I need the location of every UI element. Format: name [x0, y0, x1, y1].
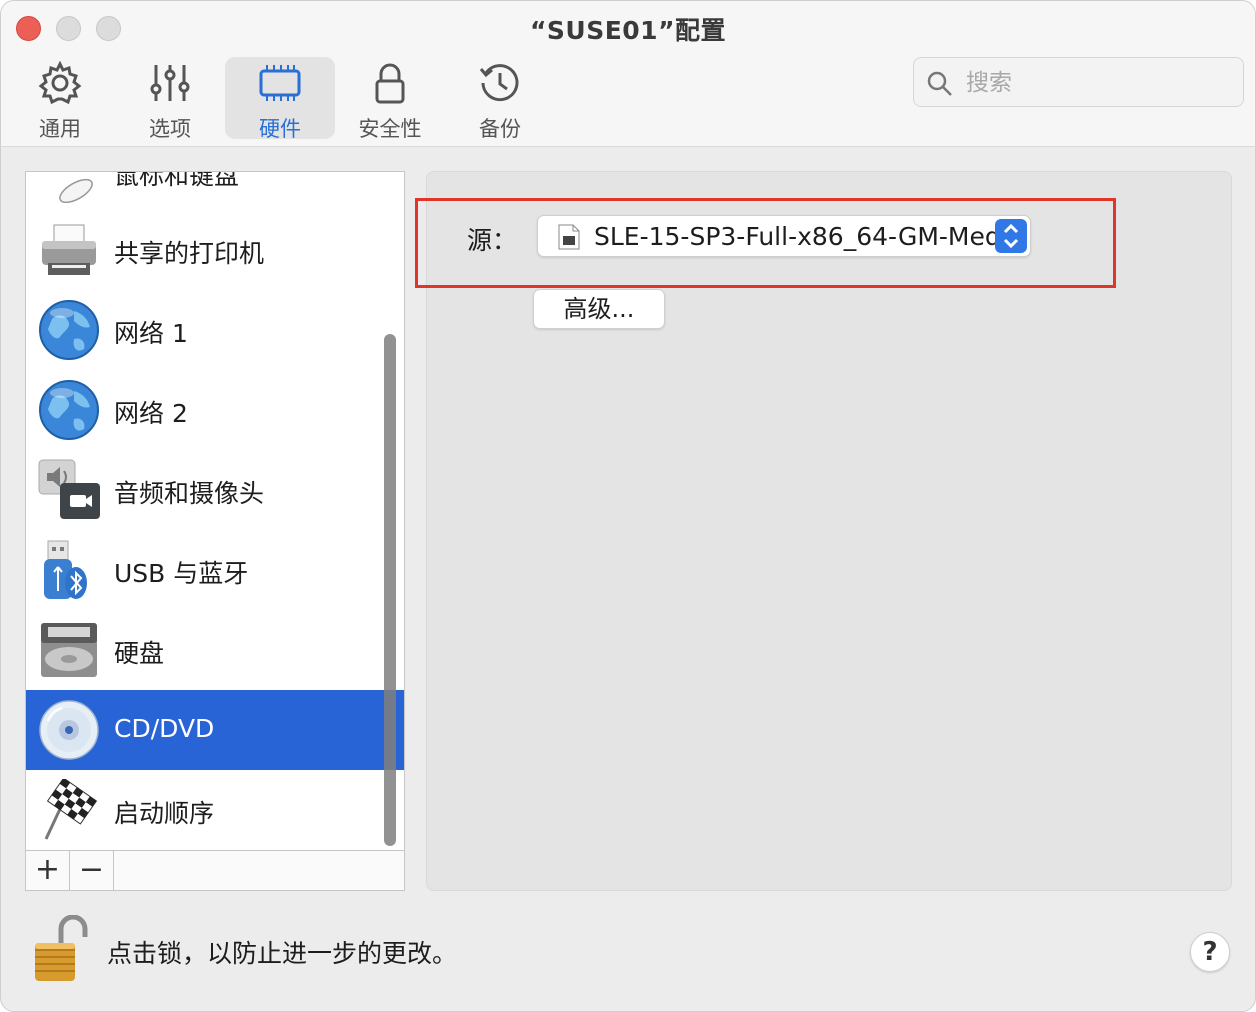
toolbar: “SUSE01”配置 通用 选项 硬件 安全性 备份 搜索	[1, 1, 1255, 147]
lock-hint-text: 点击锁，以防止进一步的更改。	[107, 939, 458, 968]
help-button[interactable]: ?	[1190, 932, 1230, 972]
cd-dvd-icon	[39, 700, 99, 760]
tab-hardware[interactable]: 硬件	[225, 57, 335, 141]
globe-icon	[39, 380, 99, 440]
highlight-annotation-box	[415, 198, 1116, 288]
globe-icon	[39, 300, 99, 360]
tab-options[interactable]: 选项	[115, 57, 225, 141]
list-footer: + −	[26, 850, 404, 891]
add-device-button[interactable]: +	[26, 851, 70, 891]
hardware-list-panel: 鼠标和键盘 共享的打印机 网络 1 网络 2 音频和摄像头 USB 与蓝牙 硬盘…	[25, 171, 405, 891]
list-item-label: 启动顺序	[114, 799, 215, 828]
mouse-icon	[59, 178, 93, 203]
list-item-boot-order[interactable]: 启动顺序	[26, 770, 404, 850]
lock-icon	[375, 63, 405, 104]
hardware-icon	[259, 65, 301, 101]
list-item-shared-printer[interactable]: 共享的打印机	[26, 210, 404, 290]
tab-label: 安全性	[358, 117, 422, 141]
configuration-window: “SUSE01”配置 通用 选项 硬件 安全性 备份 搜索 鼠标和键盘 共享的打…	[0, 0, 1256, 1012]
usb-bluetooth-icon	[44, 540, 87, 599]
unlocked-padlock-icon[interactable]	[31, 915, 89, 983]
search-field[interactable]	[913, 57, 1244, 107]
remove-device-button[interactable]: −	[70, 851, 114, 891]
search-icon	[927, 71, 952, 96]
list-item-label: 鼠标和键盘	[114, 172, 240, 190]
list-item-label: 网络 1	[114, 319, 188, 348]
window-title: “SUSE01”配置	[529, 16, 727, 45]
list-item-label: 共享的打印机	[114, 239, 265, 268]
tab-general[interactable]: 通用	[5, 57, 115, 141]
hard-disk-icon	[41, 623, 97, 677]
search-input[interactable]	[966, 64, 1231, 102]
tab-security[interactable]: 安全性	[335, 57, 445, 141]
list-item-mouse-keyboard[interactable]: 鼠标和键盘	[26, 172, 404, 212]
list-item-usb-bluetooth[interactable]: USB 与蓝牙	[26, 530, 404, 610]
advanced-button[interactable]: 高级...	[533, 289, 665, 329]
list-item-label: USB 与蓝牙	[114, 559, 249, 588]
list-item-hard-disk[interactable]: 硬盘	[26, 610, 404, 690]
gear-icon	[38, 61, 82, 105]
checkered-flag-icon	[44, 779, 98, 840]
printer-icon	[42, 224, 96, 275]
list-item-audio-camera[interactable]: 音频和摄像头	[26, 450, 404, 530]
tab-label: 备份	[479, 117, 521, 141]
tab-label: 硬件	[259, 117, 301, 141]
backup-clock-icon	[479, 64, 519, 102]
list-item-network-2[interactable]: 网络 2	[26, 370, 404, 450]
list-item-cd-dvd[interactable]: CD/DVD	[26, 690, 404, 770]
tab-backup[interactable]: 备份	[445, 57, 555, 141]
list-scrollbar[interactable]	[384, 334, 396, 846]
hardware-list[interactable]: 鼠标和键盘 共享的打印机 网络 1 网络 2 音频和摄像头 USB 与蓝牙 硬盘…	[26, 172, 404, 850]
sliders-icon	[150, 65, 190, 101]
tab-label: 通用	[39, 117, 81, 141]
list-item-label: 网络 2	[114, 399, 188, 428]
list-item-network-1[interactable]: 网络 1	[26, 290, 404, 370]
list-item-label: 硬盘	[114, 639, 165, 668]
audio-camera-icon	[38, 459, 100, 519]
list-item-label: CD/DVD	[114, 714, 215, 743]
list-item-label: 音频和摄像头	[114, 479, 265, 508]
tab-label: 选项	[149, 117, 191, 141]
